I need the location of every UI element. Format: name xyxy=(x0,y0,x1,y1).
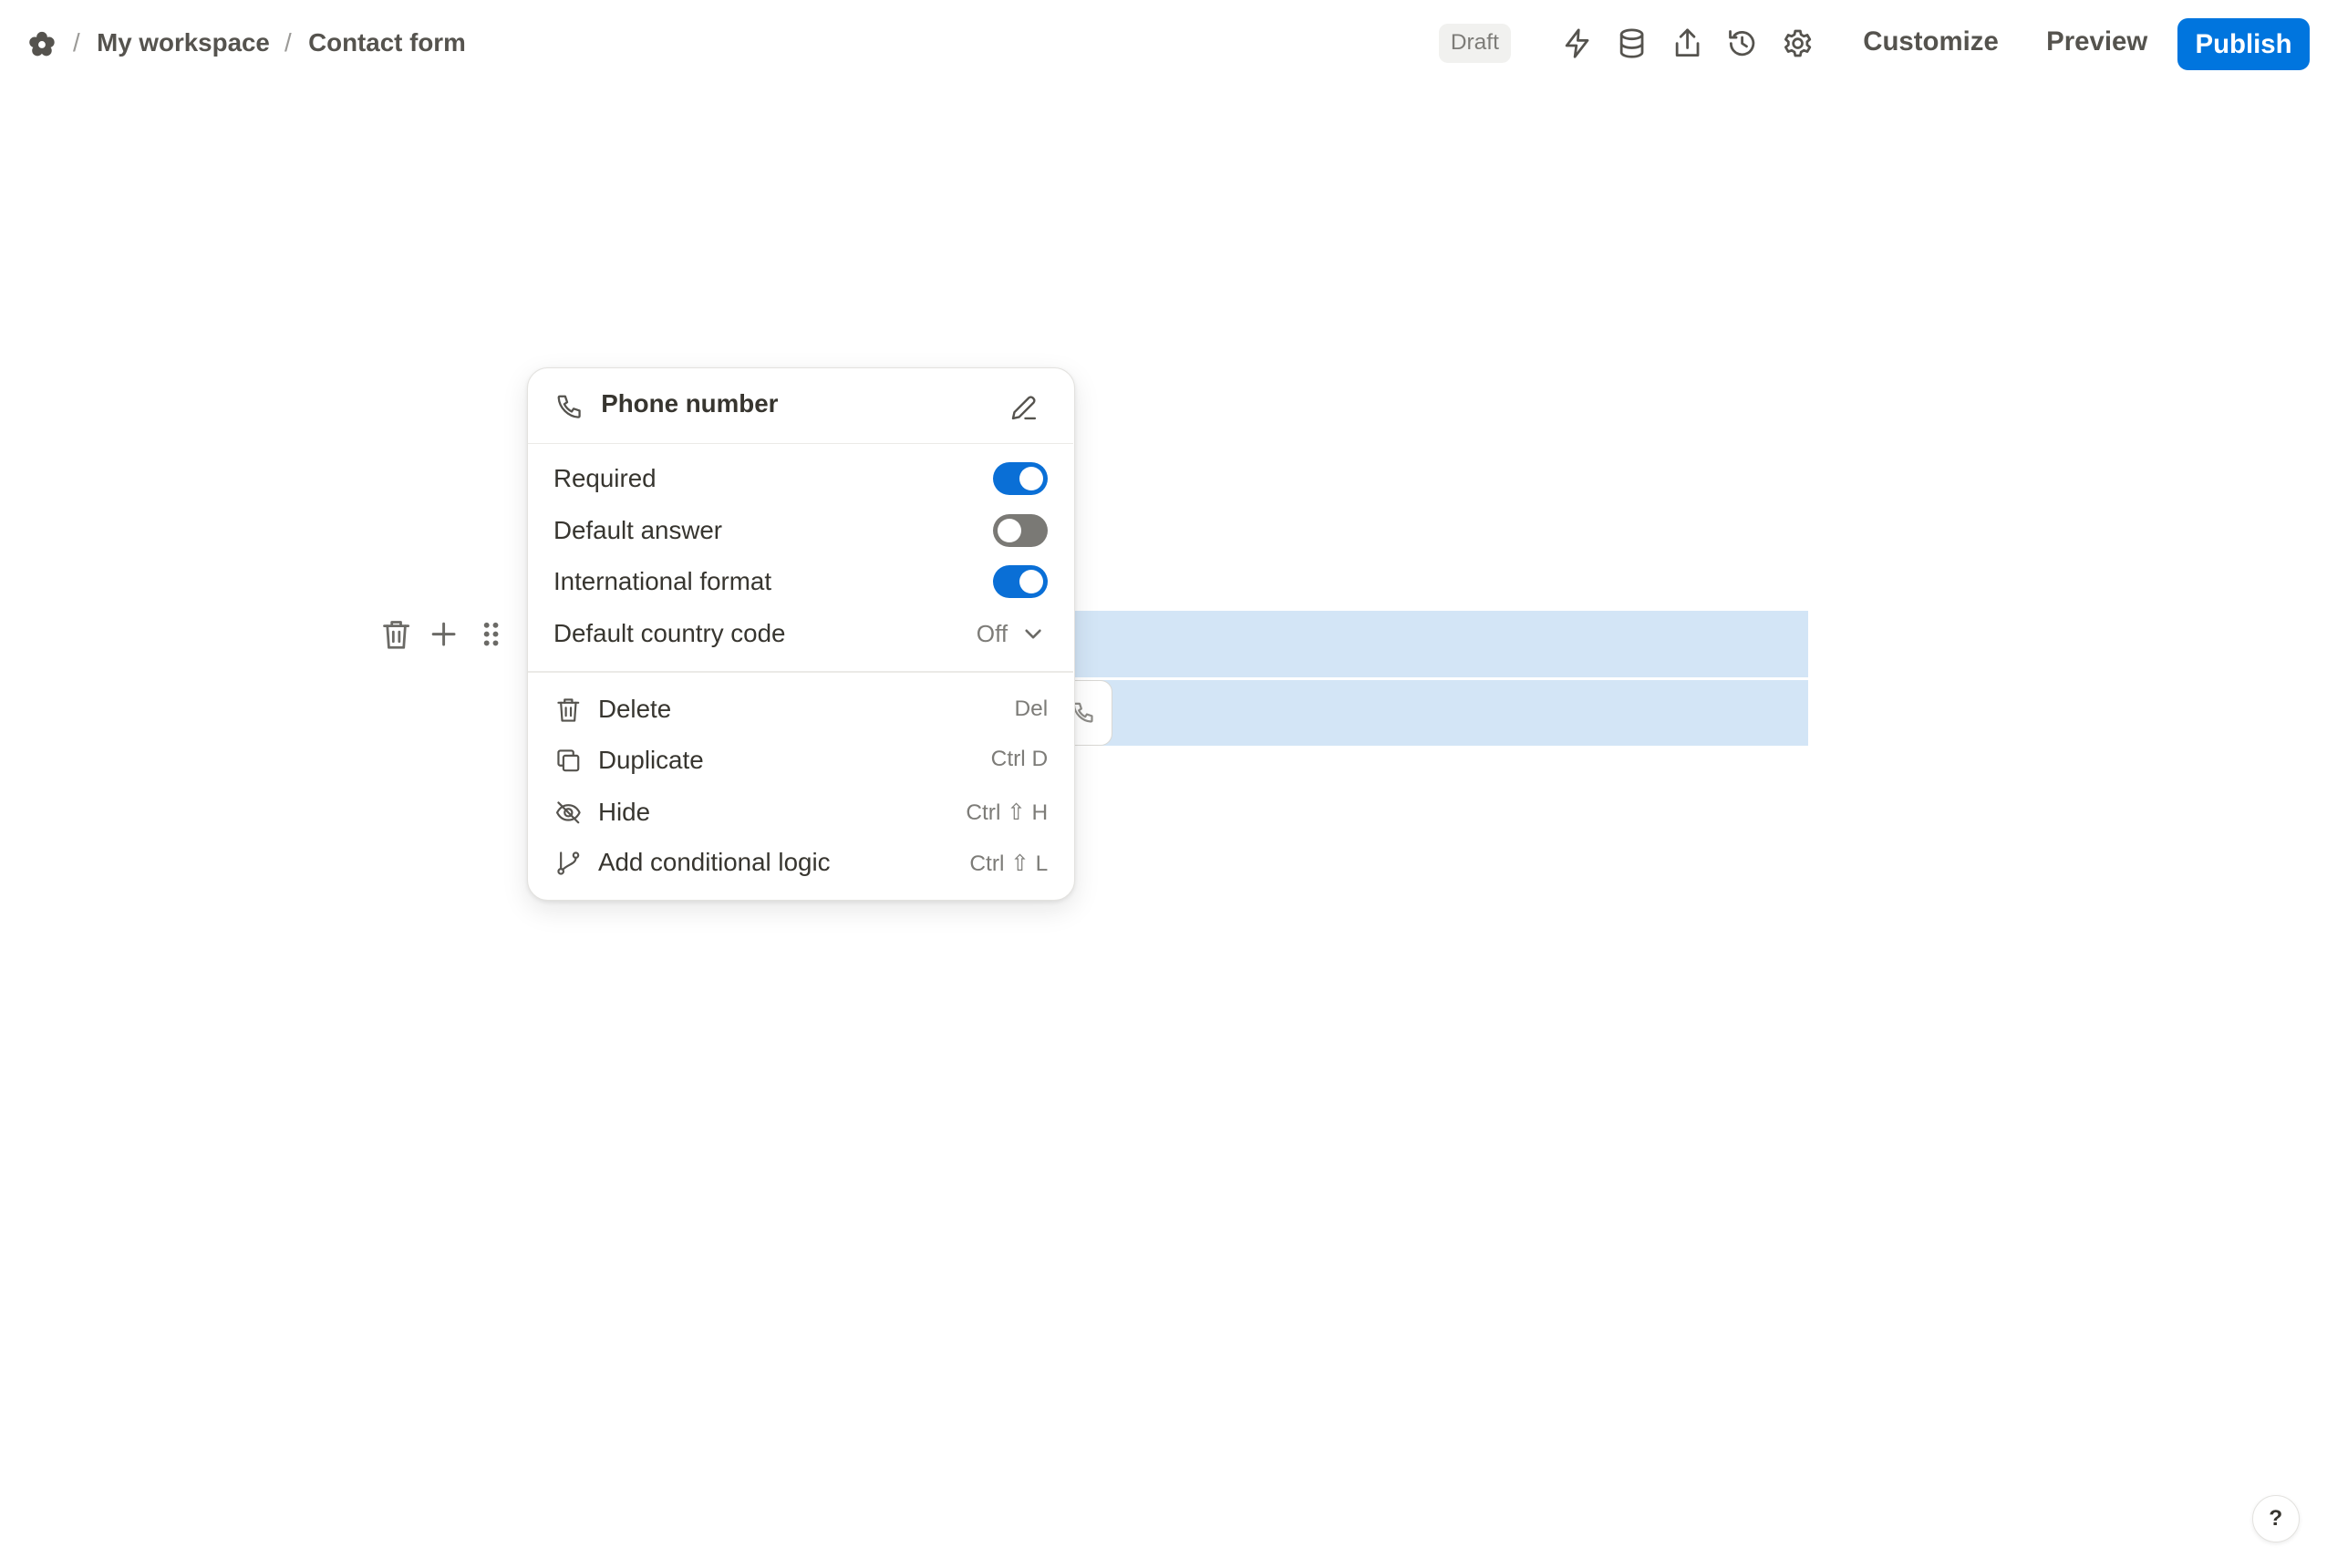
gear-icon[interactable] xyxy=(1780,26,1815,61)
menu-item-label: Duplicate xyxy=(597,745,704,774)
toggle-knob xyxy=(1019,467,1044,491)
breadcrumb-workspace[interactable]: My workspace xyxy=(97,28,270,57)
shortcut-hint: Ctrl ⇧ H xyxy=(966,800,1049,826)
menu-divider xyxy=(528,670,1073,673)
breadcrumb-page[interactable]: Contact form xyxy=(308,28,466,57)
menu-item-label: Hide xyxy=(597,797,651,826)
database-icon[interactable] xyxy=(1614,26,1650,61)
menu-item-label: Delete xyxy=(597,695,672,724)
toggle-knob xyxy=(997,519,1021,543)
publish-button[interactable]: Publish xyxy=(2177,17,2311,70)
option-international-format[interactable]: International format xyxy=(528,556,1073,607)
field-type-title: Phone number xyxy=(601,389,779,418)
option-default-country-code[interactable]: Default country code Off xyxy=(528,608,1073,659)
menu-item-hide[interactable]: Hide Ctrl ⇧ H xyxy=(528,787,1073,838)
menu-item-conditional-logic[interactable]: Add conditional logic Ctrl ⇧ L xyxy=(528,838,1073,889)
bolt-icon[interactable] xyxy=(1559,26,1595,61)
default-answer-toggle[interactable] xyxy=(992,514,1049,548)
option-label: Required xyxy=(553,463,657,492)
selected-block-input-row[interactable] xyxy=(1073,680,1808,747)
international-format-toggle[interactable] xyxy=(992,565,1049,598)
duplicate-icon xyxy=(553,746,584,776)
option-label: Default answer xyxy=(553,516,723,545)
preview-button[interactable]: Preview xyxy=(2046,26,2147,57)
required-toggle[interactable] xyxy=(992,462,1049,496)
branch-icon xyxy=(553,848,584,878)
history-icon[interactable] xyxy=(1724,26,1760,61)
drag-handle-icon[interactable] xyxy=(473,616,509,652)
breadcrumb-separator: / xyxy=(73,28,80,57)
selected-block-label-row[interactable] xyxy=(1073,610,1808,678)
trash-icon xyxy=(553,695,584,725)
chevron-down-icon[interactable] xyxy=(1021,622,1045,645)
workspace-logo-icon[interactable] xyxy=(26,28,58,61)
menu-item-duplicate[interactable]: Duplicate Ctrl D xyxy=(528,735,1073,786)
top-bar: / My workspace / Contact form Draft Cust… xyxy=(0,0,2326,89)
option-required[interactable]: Required xyxy=(528,454,1073,505)
pencil-icon[interactable] xyxy=(1008,391,1040,424)
breadcrumb-separator: / xyxy=(284,28,292,57)
phone-icon xyxy=(553,391,584,422)
field-options-menu: Phone number Required Default answer Int… xyxy=(527,367,1076,902)
plus-icon[interactable] xyxy=(426,616,461,652)
country-code-value[interactable]: Off xyxy=(977,620,1008,648)
menu-item-delete[interactable]: Delete Del xyxy=(528,685,1073,736)
help-button[interactable]: ? xyxy=(2251,1494,2300,1543)
shortcut-hint: Ctrl D xyxy=(990,747,1049,772)
status-badge: Draft xyxy=(1438,24,1511,63)
trash-icon[interactable] xyxy=(378,616,414,652)
option-label: Default country code xyxy=(553,618,786,647)
share-icon[interactable] xyxy=(1670,26,1705,61)
option-default-answer[interactable]: Default answer xyxy=(528,506,1073,557)
menu-header: Phone number xyxy=(528,368,1073,445)
shortcut-hint: Del xyxy=(1014,696,1049,721)
eye-off-icon xyxy=(553,798,584,828)
customize-button[interactable]: Customize xyxy=(1863,26,1999,57)
toggle-knob xyxy=(1019,569,1044,594)
menu-item-label: Add conditional logic xyxy=(597,848,831,877)
shortcut-hint: Ctrl ⇧ L xyxy=(969,851,1049,876)
option-label: International format xyxy=(553,566,772,595)
